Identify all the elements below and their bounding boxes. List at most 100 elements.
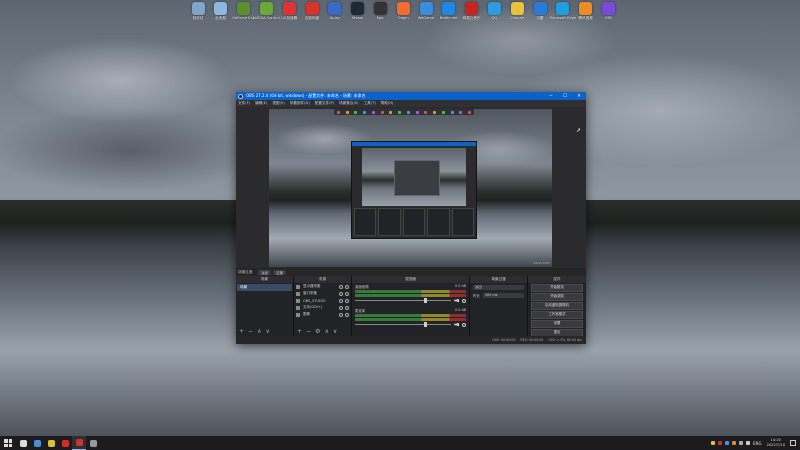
lock-icon[interactable] <box>345 312 349 317</box>
add-scene-button[interactable]: + <box>239 328 244 335</box>
virtual-camera-button[interactable]: 启动虚拟摄像机 <box>531 302 583 310</box>
source-row[interactable]: 显示器采集 <box>294 283 351 290</box>
volume-slider[interactable] <box>355 298 451 303</box>
desktop-shortcut[interactable]: 腾讯视频 <box>574 2 598 21</box>
maximize-button[interactable]: ☐ <box>558 94 572 99</box>
lock-icon[interactable] <box>345 305 349 310</box>
settings-button[interactable]: 设置 <box>531 320 583 328</box>
gear-icon[interactable] <box>462 298 466 303</box>
desktop-shortcut-label: QQ <box>491 16 498 20</box>
source-row[interactable]: 文本(GDI+) <box>294 304 351 311</box>
visibility-icon[interactable] <box>339 291 343 296</box>
scene-down-button[interactable]: ∨ <box>265 328 269 335</box>
source-row[interactable]: OBS_STUDIO <box>294 297 351 304</box>
title-bar[interactable]: OBS 27.2.4 (64-bit, windows) - 配置文件: 未命名… <box>236 92 586 100</box>
tray-app-icon[interactable] <box>717 441 722 445</box>
taskbar-app-download[interactable] <box>86 436 100 450</box>
transition-button[interactable]: 过渡 <box>273 269 286 275</box>
desktop-shortcut[interactable]: 此电脑 <box>209 2 233 21</box>
visibility-icon[interactable] <box>339 305 343 310</box>
menu-scene-collection[interactable]: 场景集合(S) <box>339 101 358 106</box>
menu-file[interactable]: 文件(F) <box>238 101 250 106</box>
visibility-icon[interactable] <box>339 312 343 317</box>
source-properties-button[interactable]: ⚙ <box>315 328 320 335</box>
taskbar-app-search[interactable] <box>16 436 30 450</box>
visibility-icon[interactable] <box>339 284 343 289</box>
start-button[interactable] <box>4 439 12 447</box>
menu-edit[interactable]: 编辑(E) <box>255 101 267 106</box>
menu-docks[interactable]: 停靠部件(D) <box>290 101 310 106</box>
visibility-icon[interactable] <box>339 298 343 303</box>
desktop-shortcut[interactable]: Microsoft Edge <box>550 2 576 20</box>
preview-canvas[interactable]: 1920x1080 <box>269 109 552 267</box>
add-source-button[interactable]: + <box>297 328 302 335</box>
speaker-icon[interactable] <box>454 298 459 303</box>
volume-slider[interactable] <box>355 322 451 327</box>
desktop-shortcut-label: 腾讯视频 <box>578 16 593 20</box>
desktop-shortcut[interactable]: Steam <box>346 2 370 20</box>
tray-app-icon[interactable] <box>724 441 729 445</box>
desktop-shortcut[interactable]: QQ <box>482 2 506 20</box>
desktop-shortcut[interactable]: NVIDIA Control <box>253 2 280 20</box>
desktop-shortcut[interactable]: WeGame <box>414 2 438 20</box>
channel-name: 麦克风 <box>355 309 366 313</box>
taskbar-app-obs[interactable] <box>72 436 86 450</box>
volume-slider-thumb[interactable] <box>424 322 428 327</box>
source-row[interactable]: 图像 <box>294 311 351 318</box>
minimize-button[interactable]: ─ <box>544 94 558 99</box>
remove-scene-button[interactable]: − <box>248 328 253 335</box>
input-language[interactable]: ENG <box>753 441 762 446</box>
volume-icon[interactable] <box>745 441 750 445</box>
level-meter <box>355 290 466 293</box>
taskbar-app-steam[interactable] <box>30 436 44 450</box>
close-button[interactable]: ✕ <box>572 94 586 99</box>
desktop-shortcut-label: GeForce Exp <box>232 16 255 20</box>
source-row[interactable]: 窗口采集 <box>294 290 351 297</box>
menu-profile[interactable]: 配置文件(P) <box>315 101 334 106</box>
controls-dock: 控件 开始推流 开始录制 启动虚拟摄像机 工作室模式 设置 退出 <box>528 276 586 337</box>
desktop-shortcut[interactable]: Chrome <box>505 2 529 20</box>
desktop-shortcut[interactable]: Battle.net <box>437 2 461 20</box>
start-recording-button[interactable]: 开始录制 <box>531 293 583 301</box>
source-down-button[interactable]: ∨ <box>333 328 337 335</box>
source-up-button[interactable]: ∧ <box>324 328 328 335</box>
notification-icon[interactable] <box>790 440 796 446</box>
desktop-shortcut[interactable]: 回收站 <box>186 2 210 21</box>
tray-app-icon[interactable] <box>731 441 736 445</box>
desktop-shortcut[interactable]: Epic <box>368 2 392 20</box>
gear-icon[interactable] <box>462 322 466 327</box>
speaker-icon[interactable] <box>454 322 459 327</box>
remove-source-button[interactable]: − <box>306 328 311 335</box>
network-icon[interactable] <box>738 441 743 445</box>
start-streaming-button[interactable]: 开始推流 <box>531 284 583 292</box>
desktop-shortcut[interactable]: 迅雷 <box>528 2 552 21</box>
desktop-shortcut[interactable]: OBS <box>596 2 620 20</box>
desktop-shortcut[interactable]: Origin <box>391 2 415 20</box>
desktop-shortcut[interactable]: GeForce Exp <box>232 2 256 20</box>
lock-icon[interactable] <box>345 284 349 289</box>
duration-input[interactable]: 300 ms <box>482 292 524 298</box>
desktop-shortcut[interactable]: UU加速器 <box>277 2 301 21</box>
lock-icon[interactable] <box>345 291 349 296</box>
menu-view[interactable]: 视图(V) <box>272 101 284 106</box>
taskbar-app-chrome[interactable] <box>44 436 58 450</box>
lock-icon[interactable] <box>345 298 349 303</box>
menu-help[interactable]: 帮助(H) <box>381 101 394 106</box>
desktop-shortcut[interactable]: 百度网盘 <box>300 2 324 21</box>
obs-window[interactable]: OBS 27.2.4 (64-bit, windows) - 配置文件: 未命名… <box>236 92 586 344</box>
taskbar-app-netease[interactable] <box>58 436 72 450</box>
volume-slider-thumb[interactable] <box>424 298 428 303</box>
desktop-shortcut[interactable]: 网易云音乐 <box>460 2 484 21</box>
clock[interactable]: 14:20 2022/7/10 <box>767 438 785 448</box>
transition-select[interactable]: 淡出 <box>473 284 524 290</box>
scene-up-button[interactable]: ∧ <box>257 328 261 335</box>
window-title: OBS 27.2.4 (64-bit, windows) - 配置文件: 未命名… <box>246 93 366 98</box>
desktop-shortcut-label: 迅雷 <box>536 16 544 20</box>
scene-item[interactable]: 场景 <box>237 284 292 291</box>
studio-mode-button[interactable]: 工作室模式 <box>531 311 583 319</box>
fade-button[interactable]: 淡出 <box>258 269 272 275</box>
desktop-shortcut[interactable]: Uplay <box>323 2 347 20</box>
menu-tools[interactable]: 工具(T) <box>364 101 376 106</box>
controls-header: 控件 <box>528 276 586 283</box>
tray-app-icon[interactable] <box>710 441 715 445</box>
